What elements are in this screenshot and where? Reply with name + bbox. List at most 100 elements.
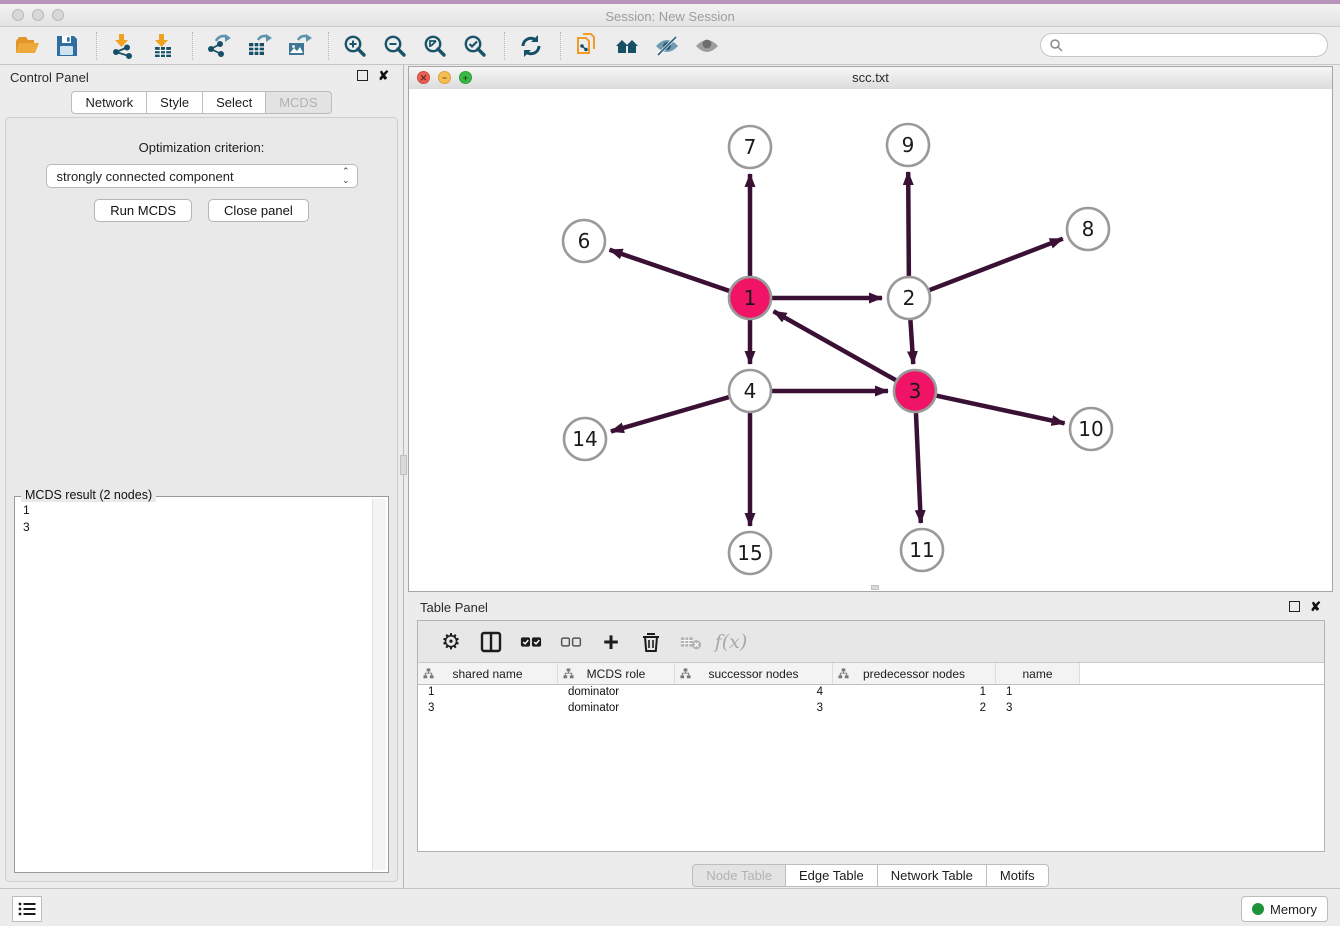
node-label: 11 (909, 538, 934, 562)
tab-network[interactable]: Network (71, 91, 147, 114)
close-table-panel-icon[interactable]: ✘ (1310, 601, 1321, 612)
graph-node-3[interactable]: 3 (894, 370, 936, 412)
memory-status-icon (1252, 903, 1264, 915)
graph-edge-2-3[interactable] (910, 320, 913, 364)
delete-table-icon[interactable] (674, 627, 708, 657)
node-label: 10 (1078, 417, 1103, 441)
column-header-predecessor-nodes[interactable]: predecessor nodes (833, 663, 996, 684)
application-window: Session: New Session Control Panel (0, 0, 1340, 926)
cell-shared-name[interactable]: 3 (418, 701, 558, 717)
zoom-selected-icon[interactable] (460, 31, 490, 61)
run-mcds-button[interactable]: Run MCDS (94, 199, 192, 222)
float-panel-icon[interactable] (357, 70, 368, 81)
import-network-icon[interactable] (108, 31, 138, 61)
graph-edge-3-10[interactable] (937, 396, 1065, 424)
criterion-select[interactable]: strongly connected component ⌃⌄ (46, 164, 358, 188)
function-builder-icon[interactable]: f(x) (714, 627, 748, 657)
cell-predecessor-nodes[interactable]: 2 (833, 701, 996, 717)
export-table-icon[interactable] (244, 31, 274, 61)
table-panel-title: Table Panel (420, 600, 488, 615)
graph-node-1[interactable]: 1 (729, 277, 771, 319)
node-label: 15 (737, 541, 762, 565)
column-type-icon (680, 668, 691, 679)
cell-name[interactable]: 1 (996, 685, 1080, 701)
delete-column-icon[interactable] (634, 627, 668, 657)
column-header-shared-name[interactable]: shared name (418, 663, 558, 684)
tab-mcds[interactable]: MCDS (265, 91, 331, 114)
table-row[interactable]: 1dominator411 (418, 685, 1324, 701)
export-network-icon[interactable] (204, 31, 234, 61)
column-header-mcds-role[interactable]: MCDS role (558, 663, 675, 684)
tab-select[interactable]: Select (202, 91, 266, 114)
canvas-resize-handle[interactable] (871, 585, 879, 590)
cell-mcds-role[interactable]: dominator (558, 685, 675, 701)
column-type-icon (838, 668, 849, 679)
clone-network-icon[interactable] (572, 31, 602, 61)
column-header-successor-nodes[interactable]: successor nodes (675, 663, 833, 684)
graph-edge-3-11[interactable] (916, 413, 921, 523)
graph-edge-4-14[interactable] (611, 397, 729, 431)
close-panel-button[interactable]: Close panel (208, 199, 309, 222)
graph-node-6[interactable]: 6 (563, 220, 605, 262)
search-box[interactable] (1040, 33, 1328, 57)
graph-edge-3-1[interactable] (774, 311, 896, 380)
graph-node-15[interactable]: 15 (729, 532, 771, 574)
cell-mcds-role[interactable]: dominator (558, 701, 675, 717)
show-panel-list-button[interactable] (12, 896, 42, 922)
tab-style[interactable]: Style (146, 91, 203, 114)
graph-edge-2-8[interactable] (930, 239, 1063, 290)
open-session-icon[interactable] (12, 31, 42, 61)
float-table-panel-icon[interactable] (1289, 601, 1300, 612)
select-all-columns-icon[interactable] (514, 627, 548, 657)
tab-node-table[interactable]: Node Table (692, 864, 786, 887)
zoom-out-icon[interactable] (380, 31, 410, 61)
table-panel: Table Panel ✘ ⚙ + f(x) shared nameMCDS r… (408, 596, 1333, 888)
cell-predecessor-nodes[interactable]: 1 (833, 685, 996, 701)
memory-button[interactable]: Memory (1241, 896, 1328, 922)
graph-edge-1-6[interactable] (610, 250, 730, 291)
panel-divider-handle[interactable] (400, 455, 407, 475)
zoom-fit-icon[interactable] (420, 31, 450, 61)
cell-successor-nodes[interactable]: 4 (675, 685, 833, 701)
result-item[interactable]: 3 (23, 519, 372, 536)
graph-node-7[interactable]: 7 (729, 126, 771, 168)
network-graph[interactable]: 7 9 6 8 1 2 4 3 14 10 15 11 (409, 89, 1332, 592)
graph-node-9[interactable]: 9 (887, 124, 929, 166)
column-header-name[interactable]: name (996, 663, 1080, 684)
unselect-all-columns-icon[interactable] (554, 627, 588, 657)
hide-selected-icon[interactable] (652, 31, 682, 61)
graph-node-14[interactable]: 14 (564, 418, 606, 460)
network-canvas[interactable]: 7 9 6 8 1 2 4 3 14 10 15 11 (409, 89, 1332, 591)
cell-successor-nodes[interactable]: 3 (675, 701, 833, 717)
first-neighbors-icon[interactable] (612, 31, 642, 61)
show-columns-icon[interactable] (474, 627, 508, 657)
refresh-icon[interactable] (516, 31, 546, 61)
mcds-result-list[interactable]: 13 (17, 499, 372, 870)
graph-node-11[interactable]: 11 (901, 529, 943, 571)
cell-shared-name[interactable]: 1 (418, 685, 558, 701)
result-scrollbar[interactable] (372, 499, 386, 870)
close-panel-icon[interactable]: ✘ (378, 70, 389, 81)
table-settings-icon[interactable]: ⚙ (434, 627, 468, 657)
zoom-in-icon[interactable] (340, 31, 370, 61)
result-item[interactable]: 1 (23, 502, 372, 519)
export-image-icon[interactable] (284, 31, 314, 61)
search-input[interactable] (1063, 37, 1327, 53)
save-session-icon[interactable] (52, 31, 82, 61)
import-table-icon[interactable] (148, 31, 178, 61)
node-label: 8 (1082, 217, 1095, 241)
graph-node-4[interactable]: 4 (729, 370, 771, 412)
cell-name[interactable]: 3 (996, 701, 1080, 717)
graph-node-8[interactable]: 8 (1067, 208, 1109, 250)
create-column-icon[interactable]: + (594, 627, 628, 657)
graph-node-10[interactable]: 10 (1070, 408, 1112, 450)
table-row[interactable]: 3dominator323 (418, 701, 1324, 717)
node-label: 14 (572, 427, 597, 451)
toolbar-separator (96, 32, 98, 60)
tab-edge-table[interactable]: Edge Table (785, 864, 878, 887)
tab-motifs[interactable]: Motifs (986, 864, 1049, 887)
graph-edge-2-9[interactable] (908, 172, 909, 276)
graph-node-2[interactable]: 2 (888, 277, 930, 319)
show-all-icon[interactable] (692, 31, 722, 61)
tab-network-table[interactable]: Network Table (877, 864, 987, 887)
